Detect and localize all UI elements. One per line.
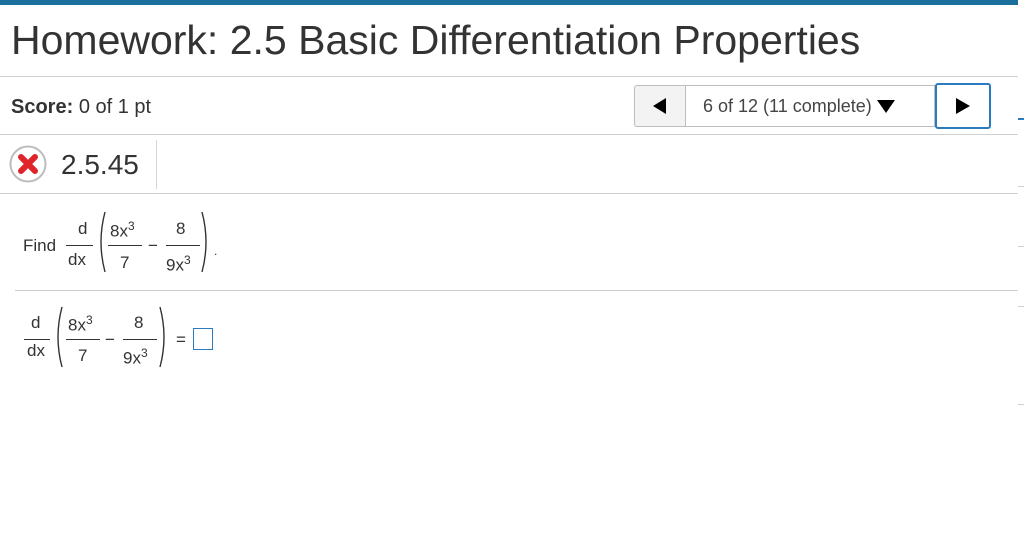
score-display: Score: 0 of 1 pt — [11, 95, 151, 119]
minus-operator: − — [105, 330, 115, 349]
right-parenthesis — [159, 306, 165, 368]
fraction-bar — [123, 339, 157, 340]
derivative-denominator: dx — [68, 250, 86, 269]
question-number: 2.5.45 — [61, 149, 139, 180]
derivative-denominator: dx — [27, 341, 45, 360]
left-parenthesis — [57, 306, 63, 368]
question-list-dropdown[interactable]: 6 of 12 (11 complete) — [685, 86, 935, 126]
equals-sign: = — [176, 330, 186, 349]
triangle-right-icon — [956, 98, 970, 114]
fraction-bar — [66, 245, 93, 246]
answer-input[interactable] — [193, 328, 213, 350]
minus-operator: − — [148, 236, 158, 255]
question-navigator: 6 of 12 (11 complete) — [634, 83, 991, 129]
term2-denominator: 9x3 — [123, 346, 148, 368]
edge-mark — [1018, 404, 1024, 405]
derivative-numerator: d — [31, 313, 41, 332]
edge-mark — [1018, 186, 1024, 187]
left-parenthesis — [100, 211, 106, 273]
term2-denominator: 9x3 — [166, 253, 191, 275]
term1-denominator: 7 — [120, 253, 130, 272]
right-parenthesis — [201, 211, 207, 273]
score-value: 0 of 1 pt — [78, 96, 152, 118]
previous-question-button[interactable] — [635, 86, 685, 126]
question-position-text: 6 of 12 (11 complete) — [703, 95, 872, 116]
fraction-bar — [108, 245, 142, 246]
next-question-button[interactable] — [935, 83, 991, 129]
score-label: Score: — [11, 96, 74, 118]
fraction-bar — [24, 339, 50, 340]
divider — [0, 134, 1018, 135]
edge-mark — [1018, 306, 1024, 307]
edge-mark — [1018, 246, 1024, 247]
divider — [15, 290, 1018, 291]
prompt-word: Find — [23, 236, 57, 255]
term1-denominator: 7 — [78, 346, 88, 365]
incorrect-x-icon — [9, 145, 47, 183]
divider — [0, 193, 1018, 194]
term2-numerator: 8 — [176, 219, 186, 238]
triangle-left-icon — [653, 98, 666, 114]
edge-mark — [1018, 118, 1024, 120]
question-header: 2.5.45 — [6, 140, 157, 189]
fraction-bar — [166, 245, 200, 246]
triangle-down-icon — [876, 99, 895, 113]
term1-numerator: 8x3 — [68, 313, 93, 335]
top-accent-bar — [0, 0, 1018, 5]
page-title: Homework: 2.5 Basic Differentiation Prop… — [11, 17, 861, 63]
term1-numerator: 8x3 — [110, 219, 135, 241]
term2-numerator: 8 — [134, 313, 144, 332]
period: . — [214, 244, 218, 258]
divider — [0, 76, 1018, 77]
fraction-bar — [66, 339, 100, 340]
derivative-numerator: d — [78, 219, 88, 238]
